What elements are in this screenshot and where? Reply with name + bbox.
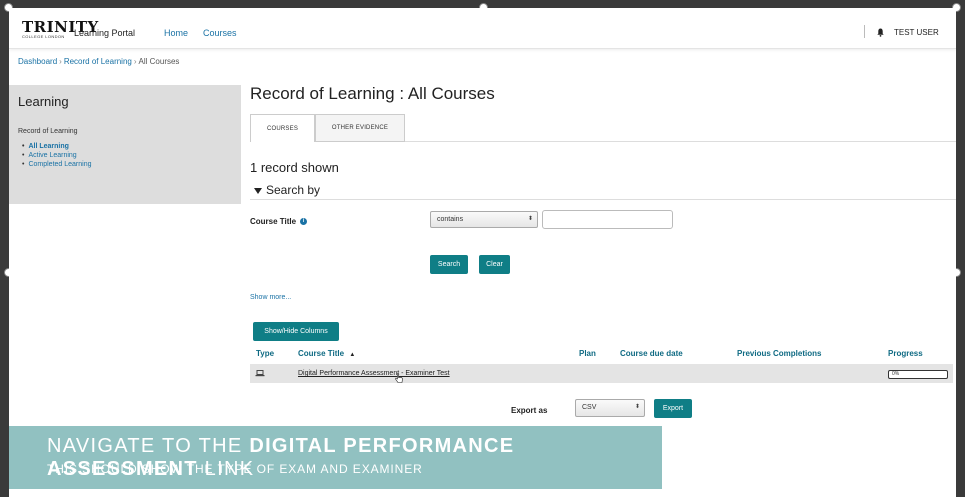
sort-ascending-icon: ▲ (349, 352, 356, 358)
tab-divider (405, 141, 956, 142)
search-divider (250, 199, 956, 200)
tab-courses[interactable]: COURSES (250, 114, 315, 142)
breadcrumb-current: All Courses (138, 57, 180, 66)
mouse-pointer-icon (395, 373, 403, 383)
info-icon[interactable]: i (300, 218, 308, 226)
nav-divider (864, 25, 865, 38)
search-by-label: Search by (266, 183, 321, 197)
breadcrumb: Dashboard › Record of Learning › All Courses (18, 57, 179, 66)
search-button[interactable]: Search (430, 255, 468, 274)
portal-name: Learning Portal (74, 28, 136, 38)
breadcrumb-separator: › (133, 57, 137, 66)
show-more-link[interactable]: Show more... (250, 294, 291, 301)
sidebar-title: Learning (18, 94, 69, 109)
column-header-course-title[interactable]: Course Title ▲ (298, 349, 355, 358)
sidebar-item-active-learning[interactable]: Active Learning (22, 151, 92, 160)
column-header-plan[interactable]: Plan (579, 349, 596, 358)
user-menu[interactable]: TEST USER (894, 28, 939, 37)
column-header-type[interactable]: Type (256, 349, 274, 358)
export-label: Export as (511, 406, 548, 415)
caption-line-1-start: NAVIGATE TO THE (47, 435, 250, 457)
progress-text: 0% (892, 371, 900, 377)
export-button[interactable]: Export (654, 399, 692, 418)
course-title-search-input[interactable] (542, 210, 673, 229)
course-title-filter-label: Course Title i (250, 217, 308, 226)
page-title: Record of Learning : All Courses (250, 84, 495, 103)
filter-operator-value: contains (437, 216, 464, 223)
tab-other-evidence[interactable]: OTHER EVIDENCE (315, 114, 405, 142)
filter-operator-select[interactable]: contains ⬍ (430, 211, 538, 228)
learning-sidebar: Learning Record of Learning All Learning… (9, 85, 241, 204)
column-header-due-date[interactable]: Course due date (620, 349, 683, 358)
course-link-digital-performance-assessment[interactable]: Digital Performance Assessment - Examine… (298, 370, 450, 377)
progress-bar: 0% (888, 370, 948, 379)
export-format-select[interactable]: CSV ⬍ (575, 399, 645, 417)
search-by-toggle[interactable]: Search by (254, 183, 320, 197)
show-hide-columns-button[interactable]: Show/Hide Columns (253, 322, 339, 341)
record-count: 1 record shown (250, 160, 339, 175)
select-arrows-icon: ⬍ (634, 404, 640, 410)
sidebar-subtitle: Record of Learning (18, 128, 78, 135)
column-header-course-title-label: Course Title (298, 349, 345, 358)
nav-courses-link[interactable]: Courses (203, 28, 237, 38)
breadcrumb-separator: › (59, 57, 62, 66)
caption-line-2: THIS SHOULD SHOW THE TYPE OF EXAM AND EX… (47, 462, 423, 476)
column-header-previous-completions[interactable]: Previous Completions (737, 349, 821, 358)
select-arrows-icon: ⬍ (527, 216, 533, 222)
clear-button[interactable]: Clear (479, 255, 510, 274)
learning-portal-page: TRINITY COLLEGE LONDON Learning Portal H… (9, 8, 956, 497)
bell-icon[interactable] (877, 28, 884, 37)
breadcrumb-dashboard[interactable]: Dashboard (18, 57, 57, 66)
sidebar-list: All Learning Active Learning Completed L… (22, 142, 92, 169)
sidebar-item-all-learning[interactable]: All Learning (22, 142, 92, 151)
instruction-caption: NAVIGATE TO THE DIGITAL PERFORMANCE ASSE… (9, 426, 662, 489)
export-format-value: CSV (582, 404, 597, 411)
breadcrumb-record-of-learning[interactable]: Record of Learning (64, 57, 132, 66)
sidebar-item-completed-learning[interactable]: Completed Learning (22, 160, 91, 169)
laptop-icon (255, 370, 265, 377)
filter-label-text: Course Title (250, 217, 297, 226)
caret-down-icon (254, 187, 262, 194)
column-header-progress[interactable]: Progress (888, 349, 923, 358)
nav-home-link[interactable]: Home (164, 28, 188, 38)
top-navigation-bar: TRINITY COLLEGE LONDON Learning Portal H… (9, 8, 956, 49)
